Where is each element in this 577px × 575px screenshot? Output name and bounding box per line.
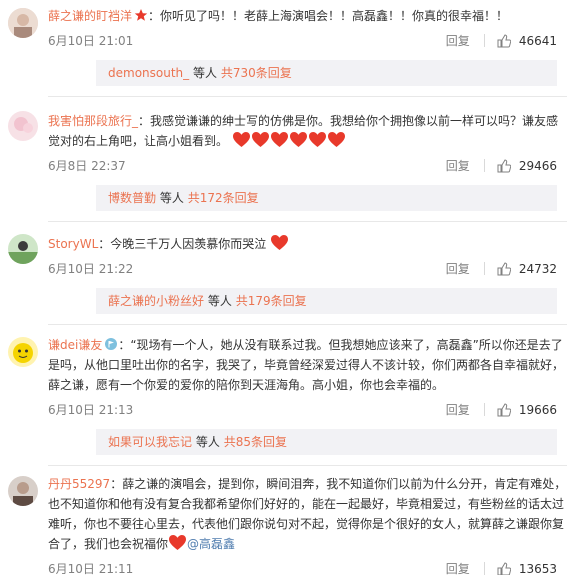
- reply-summary-user[interactable]: 薛之谦的小粉丝好: [108, 294, 204, 308]
- action-divider: [483, 262, 485, 275]
- action-divider: [483, 403, 485, 416]
- like-button[interactable]: 24732: [497, 262, 557, 276]
- reply-button[interactable]: 回复: [446, 32, 470, 49]
- comment-time: 6月10日 21:22: [48, 262, 134, 276]
- like-count: 19666: [518, 402, 557, 417]
- reply-button[interactable]: 回复: [446, 260, 470, 277]
- comment-list: 薛之谦的盯裆洋 ：你听见了吗！！老薛上海演唱会！！高磊鑫！！你真的很幸福！！ 6月…: [0, 0, 577, 575]
- comment-username[interactable]: StoryWL: [48, 237, 98, 251]
- reply-summary-more[interactable]: 共85条回复: [224, 435, 287, 449]
- reply-button[interactable]: 回复: [446, 560, 470, 575]
- reply-summary-user[interactable]: demonsouth_: [108, 66, 189, 80]
- heart-emoji-icon: [270, 131, 288, 148]
- comment-text: 谦dei谦友 ：“现场有一个人，她从没有联系过我。但我想她应该来了，高磊鑫”所以你…: [48, 338, 565, 392]
- reply-summary-more[interactable]: 共179条回复: [236, 294, 307, 308]
- action-divider: [483, 562, 485, 575]
- like-button[interactable]: 46641: [497, 34, 557, 48]
- action-divider: [483, 159, 485, 172]
- comment-meta: 6月10日 21:11 回复 13653: [48, 560, 567, 575]
- comment-time: 6月8日 22:37: [48, 159, 126, 173]
- comment-text: 我害怕那段旅行_：我感觉谦谦的绅士写的仿佛是你。我想给你个拥抱像以前一样可以吗？…: [48, 114, 559, 148]
- heart-emoji-icon: [289, 131, 307, 148]
- reply-summary[interactable]: 博数普勤 等人 共172条回复: [96, 185, 557, 211]
- comment-username[interactable]: 薛之谦的盯裆洋: [48, 9, 132, 23]
- heart-emoji-icon: [251, 131, 269, 148]
- comment-actions: 回复 13653: [446, 560, 557, 575]
- heart-emoji-icon: [271, 234, 289, 251]
- avatar[interactable]: [8, 8, 38, 38]
- thumbs-up-icon: [497, 33, 511, 47]
- reply-summary-label: 等人: [207, 294, 232, 308]
- heart-emoji-icon: [232, 131, 250, 148]
- comment-meta: 6月8日 22:37 回复 29466: [48, 157, 567, 179]
- comment-username[interactable]: 谦dei谦友: [48, 338, 102, 352]
- comment-item: 丹丹55297：薛之谦的演唱会，提到你，瞬间泪奔，我不知道你们以前为什么分开，肯…: [0, 466, 577, 575]
- like-count: 46641: [518, 33, 557, 48]
- mention-link[interactable]: @高磊鑫: [187, 537, 235, 551]
- comment-text: 丹丹55297：薛之谦的演唱会，提到你，瞬间泪奔，我不知道你们以前为什么分开，肯…: [48, 477, 567, 551]
- comment-actions: 回复 19666: [446, 401, 557, 418]
- like-count: 13653: [518, 561, 557, 575]
- comment-actions: 回复 24732: [446, 260, 557, 277]
- avatar[interactable]: [8, 111, 38, 141]
- like-button[interactable]: 29466: [497, 159, 557, 173]
- comment-username[interactable]: 丹丹55297: [48, 477, 110, 491]
- comment-item: 我害怕那段旅行_：我感觉谦谦的绅士写的仿佛是你。我想给你个拥抱像以前一样可以吗？…: [0, 97, 577, 222]
- avatar[interactable]: [8, 476, 38, 506]
- heart-emoji-row: [232, 131, 346, 148]
- comment-meta: 6月10日 21:13 回复 19666: [48, 401, 567, 423]
- avatar[interactable]: [8, 234, 38, 264]
- reply-summary-user[interactable]: 博数普勤: [108, 191, 156, 205]
- comment-item: StoryWL：今晚三千万人因羡慕你而哭泣 6月10日 21:22 回复 247…: [0, 222, 577, 325]
- reply-summary-more[interactable]: 共172条回复: [188, 191, 259, 205]
- reply-summary[interactable]: 薛之谦的小粉丝好 等人 共179条回复: [96, 288, 557, 314]
- comment-time: 6月10日 21:01: [48, 34, 134, 48]
- thumbs-up-icon: [497, 261, 511, 275]
- comment-username[interactable]: 我害怕那段旅行_: [48, 114, 138, 128]
- reply-summary-user[interactable]: 如果可以我忘记: [108, 435, 192, 449]
- comment-text: StoryWL：今晚三千万人因羡慕你而哭泣: [48, 234, 567, 254]
- thumbs-up-icon: [497, 402, 511, 416]
- like-count: 24732: [518, 261, 557, 276]
- comment-actions: 回复 29466: [446, 157, 557, 174]
- avatar[interactable]: [8, 337, 38, 367]
- reply-summary-more[interactable]: 共730条回复: [221, 66, 292, 80]
- action-divider: [483, 34, 485, 47]
- heart-emoji-icon: [327, 131, 345, 148]
- heart-emoji-icon: [169, 534, 187, 551]
- comment-item: 薛之谦的盯裆洋 ：你听见了吗！！老薛上海演唱会！！高磊鑫！！你真的很幸福！！ 6月…: [0, 0, 577, 97]
- like-button[interactable]: 19666: [497, 403, 557, 417]
- comment-meta: 6月10日 21:01 回复 46641: [48, 32, 567, 54]
- comment-item: 谦dei谦友 ：“现场有一个人，她从没有联系过我。但我想她应该来了，高磊鑫”所以你…: [0, 325, 577, 466]
- thumbs-up-icon: [497, 158, 511, 172]
- flag-badge-icon: [105, 338, 118, 350]
- comment-actions: 回复 46641: [446, 32, 557, 49]
- reply-button[interactable]: 回复: [446, 401, 470, 418]
- like-button[interactable]: 13653: [497, 562, 557, 575]
- like-count: 29466: [518, 158, 557, 173]
- comment-time: 6月10日 21:11: [48, 562, 134, 575]
- reply-summary[interactable]: 如果可以我忘记 等人 共85条回复: [96, 429, 557, 455]
- reply-summary-label: 等人: [159, 191, 184, 205]
- comment-meta: 6月10日 21:22 回复 24732: [48, 260, 567, 282]
- reply-summary-label: 等人: [192, 66, 217, 80]
- star-badge-icon: [134, 9, 148, 21]
- reply-summary-label: 等人: [195, 435, 220, 449]
- comment-text: 薛之谦的盯裆洋 ：你听见了吗！！老薛上海演唱会！！高磊鑫！！你真的很幸福！！: [48, 9, 509, 23]
- heart-emoji-icon: [308, 131, 326, 148]
- reply-summary[interactable]: demonsouth_ 等人 共730条回复: [96, 60, 557, 86]
- reply-button[interactable]: 回复: [446, 157, 470, 174]
- thumbs-up-icon: [497, 561, 511, 575]
- comment-time: 6月10日 21:13: [48, 403, 134, 417]
